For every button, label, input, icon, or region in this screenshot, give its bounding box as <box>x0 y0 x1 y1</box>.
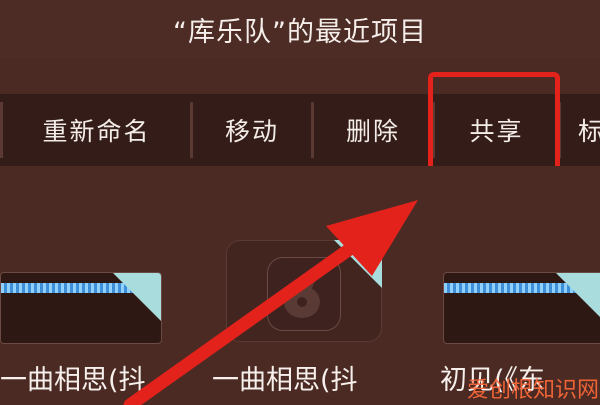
watermark: 爱创根知识网 <box>467 378 600 403</box>
share-highlight-box <box>428 72 560 172</box>
menu-item-rename[interactable]: 重新命名 <box>3 94 190 166</box>
cloud-icon <box>556 273 600 321</box>
page-title: “库乐队”的最近项目 <box>173 16 427 48</box>
file-name: 一曲相思(抖 <box>212 365 358 396</box>
menu-item-tag[interactable]: 标 <box>578 94 600 166</box>
garageband-guitar-icon <box>267 257 341 331</box>
file-name: 一曲相思(抖 <box>0 365 146 396</box>
cloud-icon <box>113 273 161 321</box>
file-thumbnail[interactable] <box>443 272 600 344</box>
guitar-glyph <box>284 268 320 318</box>
menu-item-move[interactable]: 移动 <box>193 94 311 166</box>
menu-item-delete[interactable]: 删除 <box>314 94 432 166</box>
file-thumbnail[interactable] <box>0 272 162 344</box>
header-bar: “库乐队”的最近项目 <box>0 0 600 58</box>
cloud-icon <box>334 240 382 288</box>
file-thumbnail[interactable] <box>226 240 382 342</box>
